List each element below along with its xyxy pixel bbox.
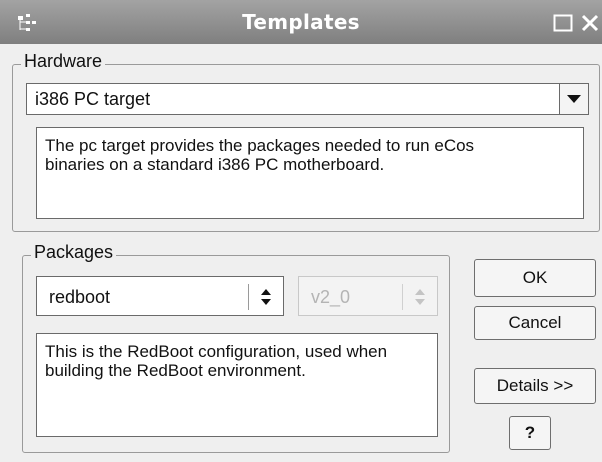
cancel-button[interactable]: Cancel — [474, 306, 596, 340]
templates-dialog: Templates Hardware i386 PC target The pc… — [0, 0, 602, 462]
details-button[interactable]: Details >> — [474, 368, 596, 404]
help-button[interactable]: ? — [509, 416, 551, 450]
hardware-description[interactable]: The pc target provides the packages need… — [36, 127, 584, 219]
version-selector-separator — [402, 284, 403, 310]
package-selected-value: redboot — [49, 287, 111, 307]
packages-group-label: Packages — [31, 242, 117, 263]
hardware-group-label: Hardware — [21, 51, 106, 72]
hardware-dropdown-button[interactable] — [559, 83, 589, 115]
version-selected-value: v2_0 — [311, 287, 351, 307]
package-selector-separator — [248, 284, 249, 310]
up-down-arrows-icon[interactable] — [259, 287, 273, 307]
ok-button[interactable]: OK — [474, 259, 596, 297]
window-title: Templates — [242, 10, 360, 34]
close-icon[interactable] — [578, 11, 602, 35]
title-bar[interactable]: Templates — [0, 0, 602, 44]
package-description[interactable]: This is the RedBoot configuration, used … — [36, 333, 438, 437]
triangle-down-icon — [567, 95, 581, 103]
hardware-combo[interactable]: i386 PC target — [26, 83, 589, 115]
up-down-arrows-icon — [415, 289, 425, 305]
hardware-selected-value: i386 PC target — [35, 89, 151, 109]
version-selector: v2_0 — [298, 276, 438, 316]
package-selector[interactable]: redboot — [36, 276, 284, 316]
maximize-icon[interactable] — [551, 11, 575, 35]
